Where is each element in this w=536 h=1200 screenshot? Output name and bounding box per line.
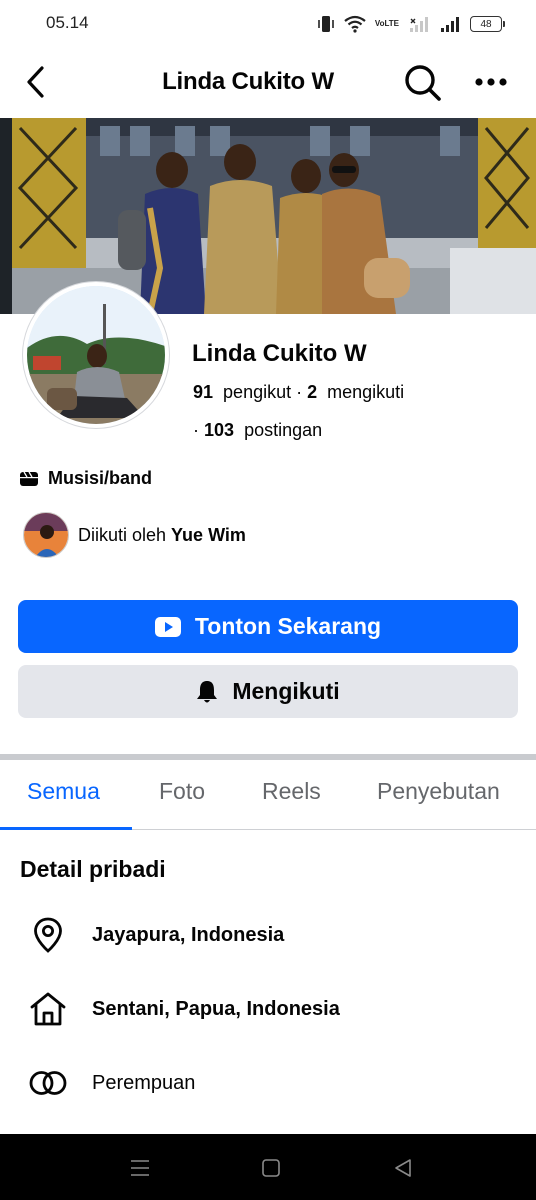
- detail-hometown: Sentani, Papua, Indonesia: [28, 989, 340, 1029]
- profile-tabs: Semua Foto Reels Penyebutan: [0, 760, 536, 830]
- app-header: Linda Cukito W: [0, 50, 536, 116]
- followers-count[interactable]: 91: [193, 382, 213, 402]
- status-icons: Vo LTE 48: [317, 12, 505, 36]
- signal-empty-icon: [408, 15, 430, 33]
- bell-icon: [197, 680, 218, 702]
- profile-avatar[interactable]: [23, 282, 169, 428]
- tab-penyebutan[interactable]: Penyebutan: [377, 778, 500, 805]
- active-tab-indicator: [0, 827, 132, 830]
- tab-foto[interactable]: Foto: [159, 778, 205, 805]
- following-count[interactable]: 2: [307, 382, 317, 402]
- detail-gender: Perempuan: [28, 1063, 195, 1103]
- home-square-icon: [262, 1159, 280, 1177]
- category: Musisi/band: [20, 468, 152, 489]
- search-icon: [405, 65, 441, 101]
- tab-semua[interactable]: Semua: [27, 778, 100, 805]
- post-stats: · 103 postingan: [193, 418, 322, 442]
- more-dots-icon: [475, 78, 507, 86]
- back-nav-button[interactable]: [388, 1154, 418, 1182]
- system-nav-bar: [0, 1134, 536, 1200]
- wifi-icon: [344, 15, 366, 33]
- battery-level: 48: [480, 18, 492, 30]
- mutual-friend-avatar-image: [24, 513, 68, 557]
- detail-hometown-text: Sentani, Papua, Indonesia: [92, 997, 340, 1020]
- followed-by[interactable]: Diikuti oleh Yue Wim: [23, 512, 246, 558]
- following-button[interactable]: Mengikuti: [18, 665, 518, 718]
- profile-avatar-image: [27, 286, 165, 424]
- mutual-friend-avatar[interactable]: [23, 512, 69, 558]
- profile-name: Linda Cukito W: [192, 340, 367, 367]
- volte-icon: Vo LTE: [375, 20, 399, 28]
- gender-rings-icon: [28, 1063, 68, 1103]
- followers-label[interactable]: pengikut ·: [223, 382, 307, 402]
- vibrate-icon: [317, 14, 335, 34]
- recent-apps-button[interactable]: [125, 1154, 155, 1182]
- followed-by-text: Diikuti oleh Yue Wim: [78, 525, 246, 546]
- followed-by-prefix: Diikuti oleh: [78, 524, 172, 545]
- search-button[interactable]: [402, 62, 444, 104]
- home-button[interactable]: [256, 1154, 286, 1182]
- category-label: Musisi/band: [48, 468, 153, 488]
- battery-icon: 48: [470, 16, 505, 32]
- posts-prefix: ·: [193, 420, 204, 440]
- home-icon: [28, 989, 68, 1029]
- posts-label: postingan: [244, 420, 323, 440]
- detail-location-text: Jayapura, Indonesia: [92, 923, 285, 946]
- play-video-icon: [154, 616, 181, 637]
- category-film-icon: [20, 471, 38, 486]
- tab-reels[interactable]: Reels: [262, 778, 321, 805]
- back-triangle-icon: [395, 1159, 411, 1177]
- more-options-button[interactable]: [470, 64, 512, 100]
- following-label: Mengikuti: [232, 678, 340, 704]
- personal-details-title: Detail pribadi: [20, 856, 166, 882]
- detail-gender-text: Perempuan: [92, 1071, 196, 1094]
- follow-stats: 91 pengikut · 2 mengikuti: [193, 380, 404, 404]
- signal-icon: [439, 15, 461, 33]
- followed-by-name[interactable]: Yue Wim: [171, 525, 246, 545]
- status-bar: 05.14 Vo LTE 48: [0, 0, 536, 48]
- detail-location: Jayapura, Indonesia: [28, 915, 284, 955]
- volte-bottom-text: LTE: [384, 19, 399, 28]
- location-pin-icon: [28, 915, 68, 955]
- following-label[interactable]: mengikuti: [327, 382, 404, 402]
- watch-now-button[interactable]: Tonton Sekarang: [18, 600, 518, 653]
- posts-count: 103: [204, 420, 235, 440]
- volte-top-text: Vo: [374, 19, 385, 28]
- watch-now-label: Tonton Sekarang: [194, 613, 382, 639]
- status-time: 05.14: [46, 13, 89, 32]
- menu-lines-icon: [131, 1160, 149, 1176]
